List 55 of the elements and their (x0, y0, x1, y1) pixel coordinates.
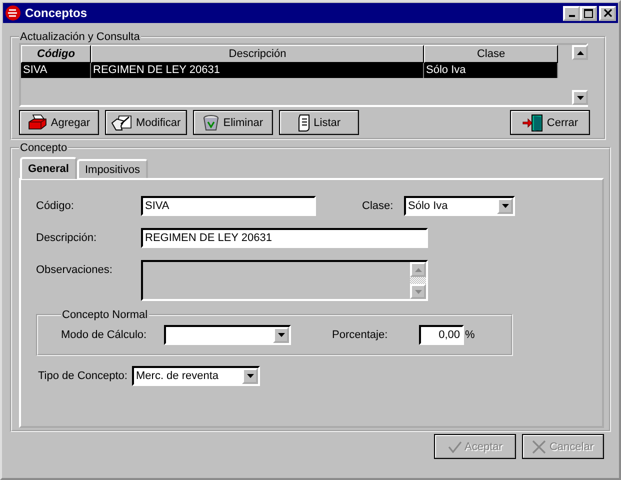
dropdown-field[interactable]: Sólo Iva (404, 196, 515, 216)
down-arrow-icon (576, 96, 584, 100)
field-label: Modo de Cálculo: (61, 329, 148, 341)
dropdown-button[interactable] (273, 327, 289, 343)
toolbar-button[interactable]: Agregar (19, 110, 99, 135)
down-arrow-icon (414, 290, 422, 294)
up-arrow-icon (576, 50, 584, 54)
check-icon (448, 440, 462, 452)
dropdown-field[interactable] (164, 325, 291, 345)
grid-cell: SIVA (21, 63, 91, 78)
group-title: Actualización y Consulta (19, 31, 141, 43)
toolbar-button[interactable]: Listar (278, 110, 359, 135)
field-label: Tipo de Concepto: (38, 370, 128, 382)
tab[interactable]: Impositivos (76, 159, 148, 178)
field-label: Observaciones: (36, 263, 114, 276)
up-arrow-icon (414, 268, 422, 272)
column-header[interactable]: Descripción (91, 45, 424, 63)
caret-icon (502, 204, 508, 208)
close-icon (604, 9, 612, 17)
maximize-button[interactable] (580, 6, 597, 20)
caret-icon (278, 333, 284, 337)
toolbar-button[interactable]: Cerrar (510, 110, 590, 135)
field-label: Descripción: (36, 232, 98, 244)
maximize-icon (584, 8, 593, 18)
window-title: Conceptos (25, 6, 88, 20)
grid-cell: REGIMEN DE LEY 20631 (91, 63, 424, 78)
dropdown-button[interactable] (242, 368, 258, 384)
minimize-button[interactable] (563, 6, 580, 20)
grid-cell: Sólo Iva (424, 63, 558, 78)
document-icon (296, 114, 311, 132)
close-button[interactable] (599, 6, 616, 20)
field-label: Clase: (362, 200, 394, 212)
text-field[interactable]: SIVA (141, 196, 316, 216)
field-label: Porcentaje: (332, 329, 389, 341)
group-title: Concepto Normal (61, 309, 149, 321)
unit-label: % (465, 329, 475, 341)
dropdown-field[interactable]: Merc. de reventa (132, 366, 260, 386)
exit-door-icon (522, 114, 544, 132)
caret-icon (246, 374, 254, 378)
trash-bin-icon (202, 114, 220, 132)
app-icon (5, 5, 21, 21)
toolbar-button[interactable]: Eliminar (192, 110, 273, 135)
scrollbar[interactable] (572, 45, 588, 105)
dropdown-button[interactable] (497, 198, 513, 214)
column-header[interactable]: Código (21, 45, 91, 63)
column-header[interactable]: Clase (424, 45, 558, 63)
grid-row[interactable]: SIVA REGIMEN DE LEY 20631 Sólo Iva (21, 63, 558, 78)
toolbar-button[interactable]: Modificar (105, 110, 187, 135)
field-label: Código: (36, 200, 75, 212)
tab[interactable]: General (20, 157, 77, 179)
text-field[interactable]: REGIMEN DE LEY 20631 (141, 228, 428, 248)
cross-icon (532, 440, 546, 454)
group-title: Concepto (19, 142, 68, 154)
hand-writing-icon (111, 114, 133, 132)
number-field[interactable]: 0,00 (419, 325, 464, 345)
